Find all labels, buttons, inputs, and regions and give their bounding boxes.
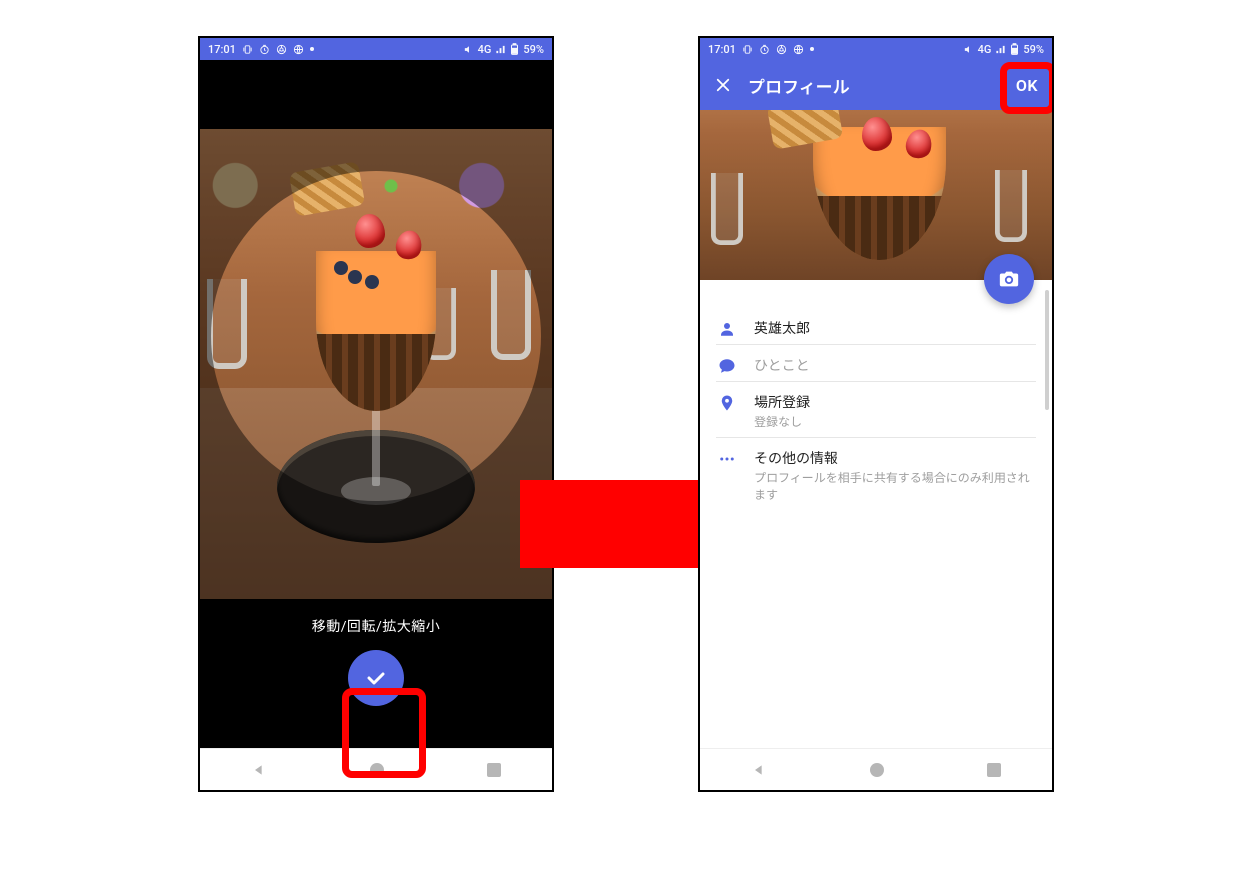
row-name[interactable]: 英雄太郎 (716, 308, 1036, 345)
nav-back-button[interactable] (251, 762, 267, 778)
location-title: 場所登録 (754, 392, 1036, 412)
battery-icon (510, 43, 519, 55)
status-bar: 17:01 4G (200, 38, 552, 60)
nav-recent-button[interactable] (487, 763, 501, 777)
globe-icon (793, 44, 804, 55)
callout-highlight-ok (1000, 62, 1054, 114)
vibration-icon (242, 44, 253, 55)
row-other[interactable]: その他の情報 プロフィールを相手に共有する場合にのみ利用されます (716, 438, 1036, 510)
nav-home-button[interactable] (870, 763, 884, 777)
more-icon (716, 448, 738, 468)
network-label: 4G (978, 43, 992, 56)
location-subtitle: 登録なし (754, 414, 1036, 431)
speech-icon (716, 355, 738, 375)
signal-icon (995, 44, 1006, 55)
tutorial-two-phone-figure: 17:01 4G (0, 0, 1252, 884)
close-button[interactable] (714, 76, 732, 94)
chrome-icon (776, 44, 787, 55)
phone-profile-edit: 17:01 4G 59% プロフィール OK (698, 36, 1054, 792)
name-value: 英雄太郎 (754, 318, 1036, 338)
close-icon (714, 76, 732, 94)
transition-arrow (520, 480, 700, 568)
volume-icon (463, 44, 474, 55)
word-placeholder: ひとこと (754, 355, 1036, 375)
volume-icon (963, 44, 974, 55)
callout-highlight-confirm (342, 688, 426, 778)
crop-canvas[interactable] (200, 60, 552, 608)
profile-form: 英雄太郎 ひとこと 場所登録 登録なし (700, 280, 1052, 748)
other-subtitle: プロフィールを相手に共有する場合にのみ利用されます (754, 470, 1036, 504)
person-icon (716, 318, 738, 338)
nav-back-button[interactable] (751, 762, 767, 778)
header-photo[interactable] (700, 110, 1052, 280)
phone-crop-photo: 17:01 4G (198, 36, 554, 792)
signal-icon (495, 44, 506, 55)
scroll-indicator[interactable] (1045, 290, 1049, 410)
chrome-icon (276, 44, 287, 55)
timer-icon (259, 44, 270, 55)
status-bar: 17:01 4G 59% (700, 38, 1052, 60)
vibration-icon (742, 44, 753, 55)
photo-crop-screen: 移動/回転/拡大縮小 (200, 60, 552, 748)
nav-recent-button[interactable] (987, 763, 1001, 777)
status-time: 17:01 (208, 43, 236, 56)
globe-icon (293, 44, 304, 55)
source-photo[interactable] (200, 129, 552, 599)
network-label: 4G (478, 43, 492, 56)
other-title: その他の情報 (754, 448, 1036, 468)
battery-icon (1010, 43, 1019, 55)
battery-label: 59% (523, 43, 544, 56)
row-location[interactable]: 場所登録 登録なし (716, 382, 1036, 438)
battery-label: 59% (1023, 43, 1044, 56)
appbar-title: プロフィール (748, 73, 1000, 98)
timer-icon (759, 44, 770, 55)
camera-icon (998, 268, 1020, 290)
dot-icon (310, 47, 314, 51)
dot-icon (810, 47, 814, 51)
row-word[interactable]: ひとこと (716, 345, 1036, 382)
status-time: 17:01 (708, 43, 736, 56)
crop-hint-text: 移動/回転/拡大縮小 (312, 616, 441, 636)
change-photo-button[interactable] (984, 254, 1034, 304)
system-nav-bar (700, 748, 1052, 790)
pin-icon (716, 392, 738, 412)
check-icon (364, 666, 388, 690)
